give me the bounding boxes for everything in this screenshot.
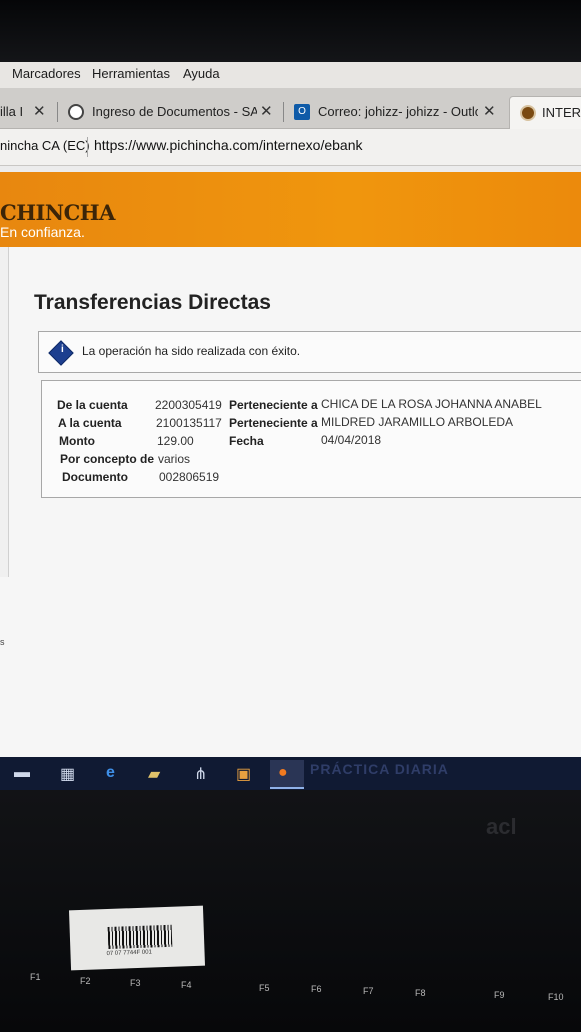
- amount-label: Monto: [59, 434, 95, 448]
- tab-correo-outlook[interactable]: O Correo: johizz- johizz - Outlo ✕: [290, 96, 504, 128]
- tab-ingreso-documentos[interactable]: Ingreso de Documentos - SA ✕: [64, 96, 278, 128]
- f3-key[interactable]: F3: [130, 978, 141, 988]
- close-icon[interactable]: ✕: [483, 102, 496, 120]
- f4-key[interactable]: F4: [181, 980, 192, 990]
- monitor-bezel-top: [0, 0, 581, 62]
- windows-taskbar: PRÁCTICA DIARIA ▬ ▦ e ▰ ⋔ ▣ ●: [0, 757, 581, 790]
- concept-label: Por concepto de: [60, 452, 155, 466]
- bank-header: CHINCHA En confianza.: [0, 172, 581, 247]
- concept-value: varios: [158, 452, 191, 466]
- monitor-screen: Marcadores Herramientas Ayuda illa I ✕ I…: [0, 62, 581, 790]
- to-owner-label: Perteneciente a: [229, 416, 318, 430]
- from-account-value: 2200305419: [155, 398, 222, 412]
- document-site-icon: [68, 104, 84, 120]
- date-value: 04/04/2018: [321, 433, 382, 447]
- sticker-code: 07 07 7744F 001: [106, 949, 152, 958]
- f1-key[interactable]: F1: [30, 972, 41, 982]
- pichincha-favicon-icon: [520, 105, 536, 121]
- file-explorer-icon[interactable]: ▬: [6, 760, 40, 787]
- f10-key[interactable]: F10: [548, 992, 564, 1002]
- tab-separator: [57, 102, 58, 122]
- f2-key[interactable]: F2: [80, 976, 91, 986]
- address-bar[interactable]: nincha CA (EC) https://www.pichincha.com…: [0, 129, 581, 166]
- folder-icon[interactable]: ▰: [140, 760, 174, 787]
- from-owner-label: Perteneciente a: [229, 398, 318, 412]
- menu-marcadores[interactable]: Marcadores: [12, 66, 81, 81]
- left-sidebar-edge: [0, 247, 9, 577]
- address-divider: [87, 137, 88, 157]
- url-text[interactable]: https://www.pichincha.com/internexo/eban…: [94, 137, 362, 153]
- to-account-label: A la cuenta: [58, 416, 122, 430]
- document-label: Documento: [62, 470, 128, 484]
- laptop-keyboard-area: acl 07 07 7744F 001 F1 F2 F3 F4 F5 F6 F7…: [0, 790, 581, 1032]
- barcode-sticker: 07 07 7744F 001: [68, 905, 206, 971]
- transfer-details-box: De la cuenta 2200305419 Perteneciente a …: [41, 380, 581, 498]
- main-content: s Transferencias Directas i La operación…: [0, 247, 581, 757]
- tab-partial-left[interactable]: illa I ✕: [0, 96, 54, 128]
- f5-key[interactable]: F5: [259, 983, 270, 993]
- browser-tab-bar: illa I ✕ Ingreso de Documentos - SA ✕ O …: [0, 88, 581, 129]
- tab-label: illa I: [0, 104, 24, 119]
- outlook-icon: O: [294, 104, 310, 120]
- close-icon[interactable]: ✕: [33, 102, 46, 120]
- f8-key[interactable]: F8: [415, 988, 426, 998]
- bank-slogan: En confianza.: [0, 224, 85, 240]
- success-message-box: i La operación ha sido realizada con éxi…: [38, 331, 581, 373]
- tab-separator: [283, 102, 284, 122]
- site-identity[interactable]: nincha CA (EC): [0, 138, 90, 153]
- store-icon[interactable]: ▦: [52, 760, 86, 787]
- sidebar-fragment-text: s: [0, 637, 5, 647]
- f7-key[interactable]: F7: [363, 986, 374, 996]
- tab-internexo-active[interactable]: INTERN: [509, 96, 581, 129]
- f6-key[interactable]: F6: [311, 984, 322, 994]
- page-title: Transferencias Directas: [34, 291, 271, 314]
- success-message-text: La operación ha sido realizada con éxito…: [82, 344, 301, 358]
- f9-key[interactable]: F9: [494, 990, 505, 1000]
- date-label: Fecha: [229, 434, 264, 448]
- barcode: [107, 924, 173, 950]
- from-account-label: De la cuenta: [57, 398, 128, 412]
- to-account-value: 2100135117: [156, 416, 222, 430]
- network-icon[interactable]: ⋔: [186, 760, 220, 787]
- tab-label: Correo: johizz- johizz - Outlo: [318, 104, 478, 119]
- wallpaper-ghost-text: PRÁCTICA DIARIA: [310, 761, 449, 777]
- from-owner-value: CHICA DE LA ROSA JOHANNA ANABEL: [321, 397, 542, 411]
- tab-label: INTERN: [542, 105, 581, 120]
- firefox-icon[interactable]: ●: [270, 760, 304, 789]
- document-value: 002806519: [159, 470, 220, 484]
- edge-icon[interactable]: e: [98, 760, 132, 787]
- info-icon: i: [48, 340, 74, 366]
- menu-herramientas[interactable]: Herramientas: [92, 66, 170, 81]
- menu-ayuda[interactable]: Ayuda: [183, 66, 220, 81]
- to-owner-value: MILDRED JARAMILLO ARBOLEDA: [321, 415, 514, 429]
- close-icon[interactable]: ✕: [260, 102, 273, 120]
- photos-icon[interactable]: ▣: [228, 760, 262, 787]
- browser-menu-bar: Marcadores Herramientas Ayuda: [0, 62, 581, 88]
- laptop-logo: acl: [486, 814, 517, 839]
- tab-label: Ingreso de Documentos - SA: [92, 104, 257, 119]
- bank-logo: CHINCHA: [0, 200, 115, 225]
- amount-value: 129.00: [157, 434, 194, 448]
